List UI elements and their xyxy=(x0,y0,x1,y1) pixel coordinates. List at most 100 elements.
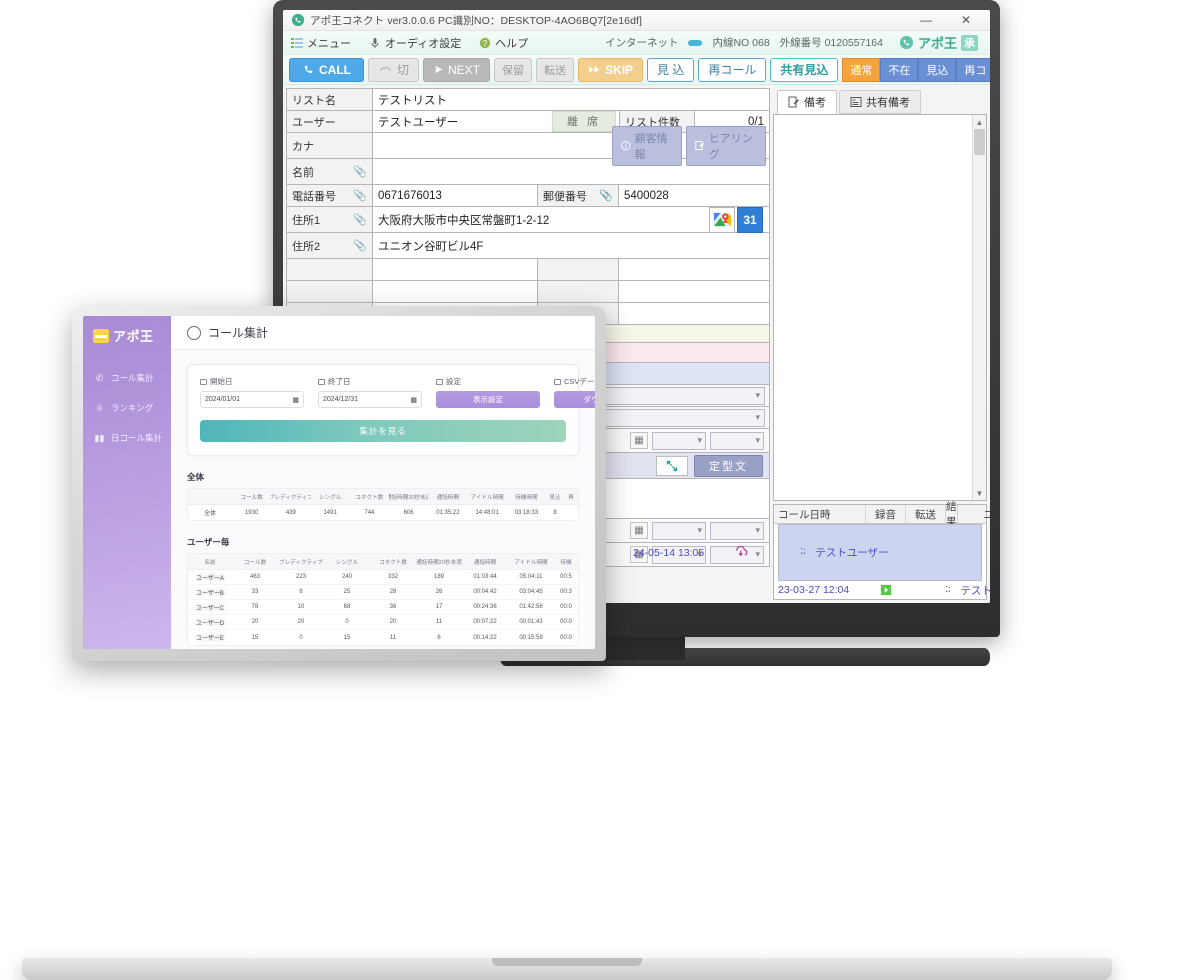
result-template-button[interactable]: 定型文 xyxy=(694,454,763,477)
sidebar-item-ranking[interactable]: ♕ ランキング xyxy=(83,393,171,423)
page-title: コール集計 xyxy=(208,326,269,340)
sidebar-item-daily-call-summary[interactable]: ▮▮ 日コール集計 xyxy=(83,423,171,453)
user-col-1: コール数 xyxy=(243,559,267,566)
overall-cell-8: 03:18:33 xyxy=(514,509,539,516)
paperclip-icon[interactable]: 📎 xyxy=(353,189,367,202)
recall-button[interactable]: 再コール xyxy=(698,57,767,82)
overall-section-title: 全体 xyxy=(187,472,205,482)
play-green-icon[interactable] xyxy=(866,581,906,599)
prospect-button[interactable]: 見 込 xyxy=(647,57,695,82)
scrollbar-thumb[interactable] xyxy=(974,129,985,155)
filter-recall-button[interactable]: 再コ xyxy=(956,57,990,82)
minute-select-2[interactable]: ▾ xyxy=(710,521,764,540)
overall-col-9: 見込 xyxy=(549,494,561,501)
scroll-down-icon[interactable]: ▼ xyxy=(973,486,986,500)
kana-input[interactable] xyxy=(373,133,609,158)
calendar-31-icon[interactable]: 31 xyxy=(737,206,763,233)
extra-sub-input-1[interactable] xyxy=(619,259,769,280)
overall-cell-1: 1930 xyxy=(244,509,259,516)
dashboard-main: コール集計 開始日 2024/01/01 ▦ 終了日 2024/12/31 ▦ … xyxy=(171,316,595,649)
scroll-up-icon[interactable]: ▲ xyxy=(973,115,986,129)
cell-user: テストユーザー xyxy=(815,547,889,559)
user-cell-name: ユーザーE xyxy=(196,636,224,642)
menu-item-help[interactable]: ? ヘルプ xyxy=(479,35,528,51)
expand-arrows-icon[interactable] xyxy=(656,455,688,476)
close-button[interactable]: ✕ xyxy=(946,10,986,31)
minute-select-1[interactable]: ▾ xyxy=(710,431,764,450)
filter-absent-button[interactable]: 不在 xyxy=(880,57,919,82)
paperclip-icon[interactable]: 📎 xyxy=(599,189,613,202)
user-col-8: 待機 xyxy=(560,559,572,566)
menu-item-menu[interactable]: メニュー xyxy=(291,35,351,51)
postal-input[interactable]: 5400028 xyxy=(619,185,769,206)
paperclip-icon[interactable]: 📎 xyxy=(353,165,367,178)
user-cell-3: 68 xyxy=(343,604,351,610)
csv-download-button[interactable]: ダウンロード xyxy=(554,391,595,408)
filter-prospect-button[interactable]: 見込 xyxy=(918,57,957,82)
table-row[interactable]: 24-05-14 13:05 不在 テストユーザー xyxy=(633,524,982,581)
end-date-input[interactable]: 2024/12/31 ▦ xyxy=(318,391,422,408)
phone-input[interactable]: 0671676013 xyxy=(373,185,537,206)
paperclip-icon[interactable]: 📎 xyxy=(353,239,367,252)
hour-select-1[interactable]: ▾ xyxy=(652,431,706,450)
calendar-icon[interactable]: ▦ xyxy=(630,522,648,539)
calendar-icon[interactable]: ▦ xyxy=(292,396,299,404)
form-row-list-name: リスト名 テストリスト xyxy=(287,89,769,111)
user-cell-4: 20 xyxy=(389,619,397,625)
user-cell-5: 11 xyxy=(435,619,443,625)
tag-icon xyxy=(554,378,561,385)
away-status-button[interactable]: 離 席 xyxy=(551,111,616,132)
laptop-base-notch xyxy=(492,958,642,966)
record-download-icon[interactable] xyxy=(721,546,761,559)
memo-scrollbar[interactable]: ▲ ▼ xyxy=(972,115,986,500)
user-label: ユーザー xyxy=(287,111,373,132)
user-cell-2: 0 xyxy=(299,634,303,641)
display-settings-button[interactable]: 表示設定 xyxy=(436,391,540,408)
address2-input[interactable]: ユニオン谷町ビル4F xyxy=(373,233,707,258)
memo-textarea[interactable]: ▲ ▼ xyxy=(773,114,987,501)
user-cell-6: 00:14:22 xyxy=(473,634,497,641)
user-value[interactable]: テストユーザー xyxy=(373,111,552,132)
hold-button[interactable]: 保留 xyxy=(494,57,533,82)
extra-input-1[interactable] xyxy=(373,259,537,280)
overall-col-3: シングル xyxy=(318,494,342,501)
hangup-button[interactable]: 切 xyxy=(368,57,420,82)
extra-sub-input-3[interactable] xyxy=(619,303,769,324)
menu-item-audio-settings[interactable]: オーディオ設定 xyxy=(369,35,461,51)
extra-input-2[interactable] xyxy=(373,281,537,302)
hour-select-2[interactable]: ▾ xyxy=(652,521,706,540)
cell-user: テストユーザー xyxy=(960,584,990,597)
user-col-3: シングル xyxy=(335,559,359,566)
view-summary-button[interactable]: 集計を見る xyxy=(200,420,566,442)
skip-button[interactable]: SKIP xyxy=(578,57,644,82)
customer-info-label: 顧客情報 xyxy=(634,132,668,161)
user-col-4: コネクト数 xyxy=(379,559,407,566)
tab-memo[interactable]: 備考 xyxy=(777,90,837,114)
filter-normal-button[interactable]: 通常 xyxy=(842,57,881,82)
extra-sub-input-2[interactable] xyxy=(619,281,769,302)
transfer-button[interactable]: 転送 xyxy=(536,57,575,82)
overall-cell-4: 744 xyxy=(364,509,375,516)
next-button[interactable]: NEXT xyxy=(423,57,491,82)
address1-input[interactable]: 大阪府大阪市中央区常盤町1-2-12 xyxy=(373,207,707,232)
user-cell-8: 00:5 xyxy=(560,574,572,580)
calendar-icon[interactable]: ▦ xyxy=(410,396,417,404)
name-input[interactable] xyxy=(373,159,609,184)
brand-name: アポ王 xyxy=(917,36,957,51)
calendar-icon[interactable]: ▦ xyxy=(630,432,648,449)
end-date-value: 2024/12/31 xyxy=(323,396,359,403)
call-button[interactable]: CALL xyxy=(289,57,364,82)
shared-prospect-button[interactable]: 共有見込 xyxy=(770,57,839,82)
table-row[interactable]: 23-03-27 12:04 不在 テストユーザー xyxy=(774,581,990,599)
sidebar-item-call-summary[interactable]: ✆ コール集計 xyxy=(83,363,171,393)
list-name-value[interactable]: テストリスト xyxy=(373,89,769,110)
user-cell-name: ユーザーA xyxy=(196,575,224,582)
overall-cell-9: 8 xyxy=(553,509,557,516)
tab-shared-memo[interactable]: 共有備考 xyxy=(839,90,921,114)
google-maps-icon[interactable] xyxy=(709,206,735,233)
minimize-button[interactable]: — xyxy=(906,10,946,31)
menu-item-audio-label: オーディオ設定 xyxy=(385,37,462,50)
paperclip-icon[interactable]: 📎 xyxy=(353,213,367,226)
extra-label-2 xyxy=(287,281,373,302)
start-date-input[interactable]: 2024/01/01 ▦ xyxy=(200,391,304,408)
